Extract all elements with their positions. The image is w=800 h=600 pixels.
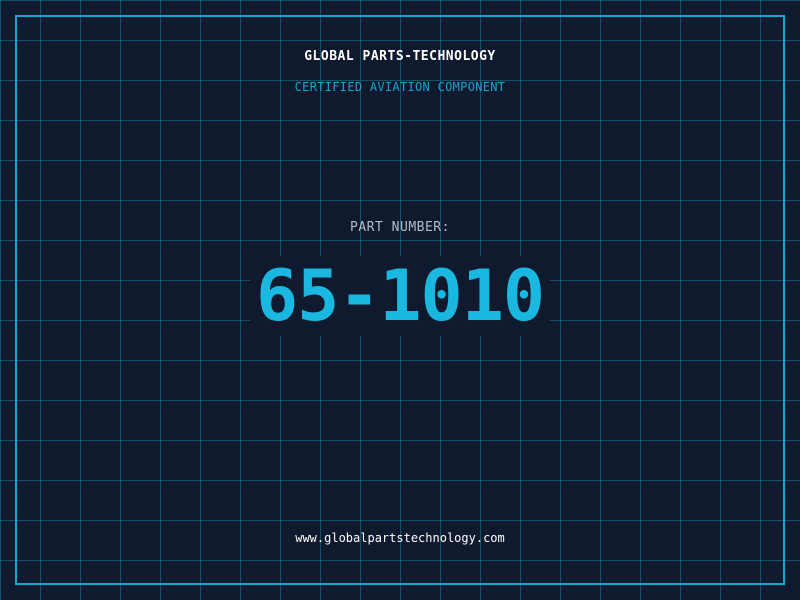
certification-subtitle: CERTIFIED AVIATION COMPONENT xyxy=(294,80,506,94)
part-number-value: 65-1010 xyxy=(249,256,550,336)
part-number-container: 65-1010 xyxy=(0,256,800,336)
company-name: GLOBAL PARTS-TECHNOLOGY xyxy=(304,49,496,64)
website-url: www.globalpartstechnology.com xyxy=(295,531,505,545)
part-number-label: PART NUMBER: xyxy=(350,220,450,235)
